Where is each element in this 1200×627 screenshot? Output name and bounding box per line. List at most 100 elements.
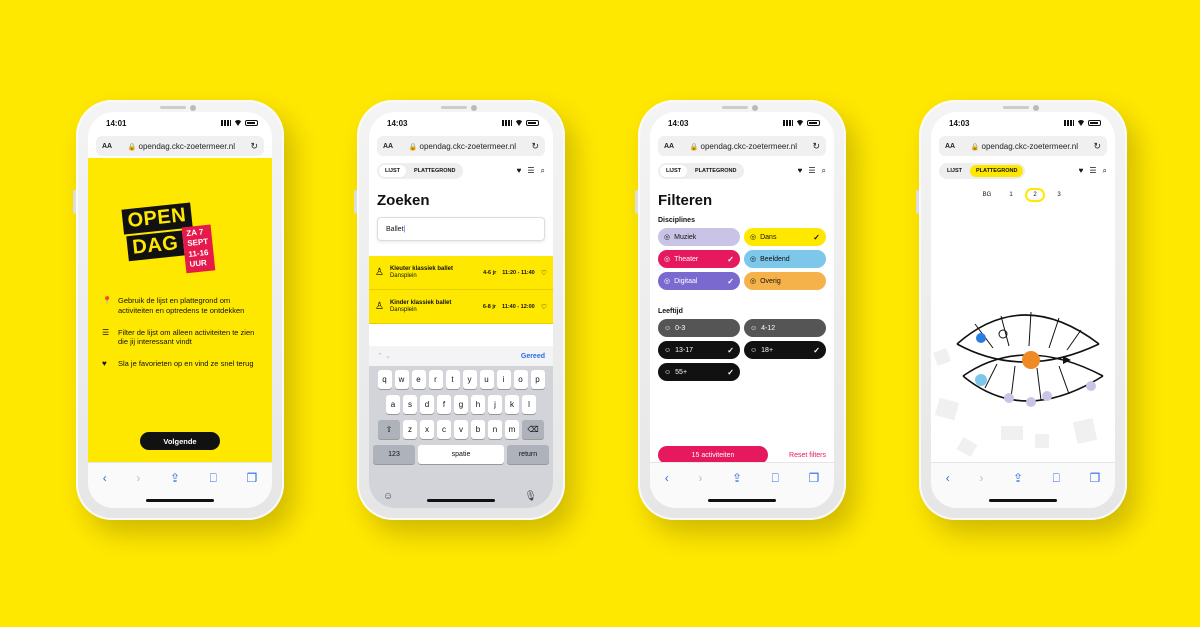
floor-map[interactable]	[931, 230, 1115, 460]
poi-marker[interactable]	[976, 333, 986, 343]
bookmarks-icon[interactable]: ⎕	[772, 471, 779, 486]
chevron-up-icon[interactable]: ⌃	[377, 353, 383, 360]
floor-tab-BG[interactable]: BG	[977, 188, 997, 202]
art-location-icon[interactable]	[975, 374, 987, 386]
key-g[interactable]: g	[454, 395, 468, 414]
share-icon[interactable]: ⇪	[732, 471, 742, 486]
key-p[interactable]: p	[530, 370, 545, 389]
search-icon[interactable]: ⌕	[541, 166, 545, 176]
key-j[interactable]: j	[488, 395, 502, 414]
age-pill-4-12[interactable]: ☺ 4-12	[744, 319, 826, 337]
key-i[interactable]: i	[496, 370, 511, 389]
discipline-pill-beeldend[interactable]: ◎ Beeldend	[744, 250, 826, 268]
play-icon[interactable]	[1063, 356, 1071, 364]
tab-lijst[interactable]: LIJST	[379, 165, 406, 177]
music-location-icon[interactable]	[1042, 391, 1052, 401]
forward-icon[interactable]: ›	[136, 471, 140, 486]
key-c[interactable]: c	[437, 420, 451, 439]
key-q[interactable]: q	[377, 370, 392, 389]
return-key[interactable]: return	[507, 445, 549, 464]
back-icon[interactable]: ‹	[103, 471, 107, 486]
space-key[interactable]: spatie	[418, 445, 504, 464]
reload-icon[interactable]: ↻	[250, 141, 258, 152]
key-n[interactable]: n	[488, 420, 502, 439]
tab-plattegrond[interactable]: PLATTEGROND	[969, 165, 1024, 177]
forward-icon[interactable]: ›	[698, 471, 702, 486]
key-z[interactable]: z	[403, 420, 417, 439]
floor-tab-1[interactable]: 1	[1001, 188, 1021, 202]
key-x[interactable]: x	[420, 420, 434, 439]
key-h[interactable]: h	[471, 395, 485, 414]
bookmarks-icon[interactable]: ⎕	[1053, 471, 1060, 486]
key-r[interactable]: r	[428, 370, 443, 389]
reader-aa-button[interactable]: AA	[945, 143, 955, 150]
tab-plattegrond[interactable]: PLATTEGROND	[408, 165, 461, 177]
favorite-icon[interactable]: ♡	[541, 303, 547, 311]
discipline-pill-muziek[interactable]: ◎ Muziek	[658, 228, 740, 246]
tabs-icon[interactable]: ❐	[246, 471, 257, 486]
back-icon[interactable]: ‹	[665, 471, 669, 486]
forward-icon[interactable]: ›	[979, 471, 983, 486]
numbers-key[interactable]: 123	[373, 445, 415, 464]
discipline-pill-overig[interactable]: ◎ Overig	[744, 272, 826, 290]
tab-lijst[interactable]: LIJST	[941, 165, 968, 177]
key-m[interactable]: m	[505, 420, 519, 439]
key-b[interactable]: b	[471, 420, 485, 439]
tab-lijst[interactable]: LIJST	[660, 165, 687, 177]
address-bar[interactable]: AA 🔒 opendag.ckc-zoetermeer.nl ↻	[96, 136, 264, 156]
tab-plattegrond[interactable]: PLATTEGROND	[689, 165, 742, 177]
favorite-icon[interactable]: ♡	[541, 269, 547, 277]
chevron-down-icon[interactable]: ⌄	[385, 353, 391, 360]
address-bar[interactable]: AA 🔒 opendag.ckc-zoetermeer.nl ↻	[658, 136, 826, 156]
microphone-icon[interactable]: 🎙	[524, 491, 537, 502]
key-u[interactable]: u	[479, 370, 494, 389]
filter-icon[interactable]: ☰	[527, 166, 534, 176]
tabs-icon[interactable]: ❐	[808, 471, 819, 486]
filter-icon[interactable]: ☰	[1089, 166, 1096, 176]
share-icon[interactable]: ⇪	[1013, 471, 1023, 486]
heart-icon[interactable]: ♥	[517, 166, 522, 176]
list-item[interactable]: ♙ Kleuter klassiek ballet Dansplein 4-6 j…	[369, 256, 553, 290]
key-y[interactable]: y	[462, 370, 477, 389]
back-icon[interactable]: ‹	[946, 471, 950, 486]
list-item[interactable]: ♙ Kinder klassiek ballet Dansplein 6-8 jr…	[369, 290, 553, 324]
search-input[interactable]: Ballet |	[377, 217, 545, 241]
share-icon[interactable]: ⇪	[170, 471, 180, 486]
heart-icon[interactable]: ♥	[798, 166, 803, 176]
filter-icon[interactable]: ☰	[808, 166, 815, 176]
reader-aa-button[interactable]: AA	[383, 143, 393, 150]
key-l[interactable]: l	[522, 395, 536, 414]
age-pill-13-17[interactable]: ☺ 13-17 ✓	[658, 341, 740, 359]
key-w[interactable]: w	[394, 370, 409, 389]
backspace-key[interactable]: ⌫	[522, 420, 544, 439]
key-d[interactable]: d	[420, 395, 434, 414]
reload-icon[interactable]: ↻	[531, 141, 539, 152]
done-button[interactable]: Gereed	[521, 353, 545, 360]
key-f[interactable]: f	[437, 395, 451, 414]
shift-key[interactable]: ⇧	[378, 420, 400, 439]
music-location-icon[interactable]	[1086, 381, 1096, 391]
reader-aa-button[interactable]: AA	[664, 143, 674, 150]
key-s[interactable]: s	[403, 395, 417, 414]
age-pill-18+[interactable]: ☺ 18+ ✓	[744, 341, 826, 359]
address-bar[interactable]: AA 🔒 opendag.ckc-zoetermeer.nl ↻	[377, 136, 545, 156]
floor-tab-3[interactable]: 3	[1049, 188, 1069, 202]
key-t[interactable]: t	[445, 370, 460, 389]
discipline-pill-dans[interactable]: ◎ Dans ✓	[744, 228, 826, 246]
heart-icon[interactable]: ♥	[1079, 166, 1084, 176]
reset-filters-link[interactable]: Reset filters	[789, 452, 826, 459]
floor-tab-2[interactable]: 2	[1025, 188, 1045, 202]
age-pill-55+[interactable]: ☺ 55+ ✓	[658, 363, 740, 381]
emoji-icon[interactable]: ☺	[383, 491, 393, 502]
key-o[interactable]: o	[513, 370, 528, 389]
search-icon[interactable]: ⌕	[1103, 166, 1107, 176]
address-bar[interactable]: AA 🔒 opendag.ckc-zoetermeer.nl ↻	[939, 136, 1107, 156]
key-e[interactable]: e	[411, 370, 426, 389]
reload-icon[interactable]: ↻	[812, 141, 820, 152]
key-a[interactable]: a	[386, 395, 400, 414]
dance-location-icon[interactable]	[1022, 351, 1040, 369]
music-location-icon[interactable]	[1004, 393, 1014, 403]
discipline-pill-theater[interactable]: ◎ Theater ✓	[658, 250, 740, 268]
reader-aa-button[interactable]: AA	[102, 143, 112, 150]
next-button[interactable]: Volgende	[140, 432, 220, 450]
